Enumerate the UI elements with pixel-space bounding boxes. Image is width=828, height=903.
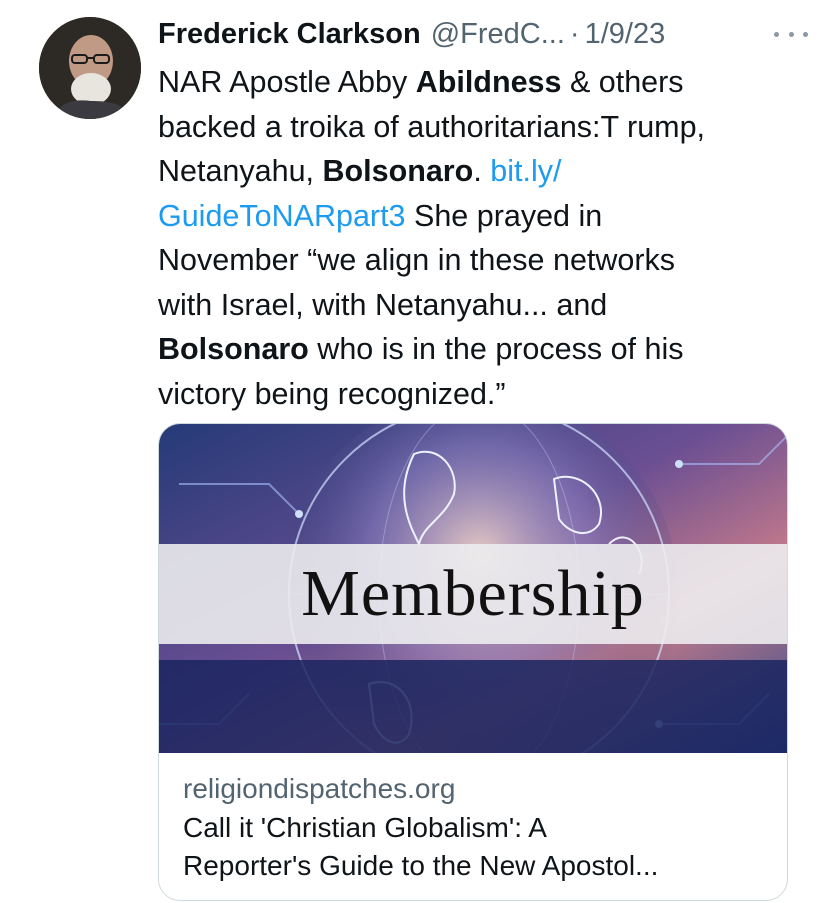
text-segment: . bbox=[473, 154, 491, 188]
tweet-link[interactable]: bit.ly/ bbox=[490, 154, 561, 188]
tweet-text-line: Bolsonaro who is in the process of his bbox=[158, 327, 798, 372]
card-title-line-1: Call it 'Christian Globalism': A bbox=[183, 812, 547, 843]
tweet-date[interactable]: 1/9/23 bbox=[585, 18, 666, 51]
text-segment: NAR Apostle Abby bbox=[158, 65, 416, 99]
author-avatar[interactable] bbox=[39, 17, 141, 119]
text-segment: who is in the process of his bbox=[308, 332, 684, 366]
text-segment: November “we align in these networks bbox=[158, 243, 676, 277]
more-options-icon[interactable] bbox=[774, 20, 808, 48]
tweet-text-line: Netanyahu, Bolsonaro. bit.ly/ bbox=[158, 149, 798, 194]
tweet-link[interactable]: GuideToNARpart3 bbox=[158, 199, 406, 233]
text-segment: backed a troika of authoritarians:T rump… bbox=[158, 109, 706, 144]
text-segment: victory being recognized.” bbox=[158, 376, 506, 411]
card-domain: religiondispatches.org bbox=[183, 773, 456, 804]
avatar-image bbox=[39, 17, 141, 119]
tweet-header: Frederick Clarkson @FredC... · 1/9/23 bbox=[158, 14, 808, 54]
tweet-text-line: backed a troika of authoritarians:T rump… bbox=[158, 105, 798, 150]
text-segment: She prayed in bbox=[405, 198, 603, 233]
bold-text: Abildness bbox=[415, 65, 562, 99]
separator-dot: · bbox=[569, 17, 580, 50]
tweet-text: NAR Apostle Abby Abildness & others backe… bbox=[158, 60, 798, 416]
tweet-text-line: with Israel, with Netanyahu... and bbox=[158, 283, 798, 328]
text-segment: with Israel, with Netanyahu... and bbox=[158, 287, 608, 322]
card-meta: religiondispatches.org Call it 'Christia… bbox=[183, 769, 773, 885]
author-handle[interactable]: @FredC... bbox=[431, 18, 565, 51]
card-title-line-2: Reporter's Guide to the New Apostol... bbox=[183, 850, 659, 881]
bold-text: Bolsonaro bbox=[158, 332, 309, 366]
card-image: Membership bbox=[159, 424, 787, 753]
tweet-text-line: victory being recognized.” bbox=[158, 372, 798, 417]
link-preview-card[interactable]: Membership religiondispatches.org Call i… bbox=[158, 423, 788, 901]
text-segment: Netanyahu, bbox=[158, 154, 323, 188]
author-name[interactable]: Frederick Clarkson bbox=[158, 18, 421, 51]
tweet-text-line: November “we align in these networks bbox=[158, 238, 798, 283]
image-heading: Membership bbox=[301, 557, 645, 630]
image-blue-band bbox=[159, 660, 787, 753]
tweet-text-line: GuideToNARpart3 She prayed in bbox=[158, 194, 798, 239]
text-segment: & others bbox=[561, 65, 684, 99]
tweet-text-line: NAR Apostle Abby Abildness & others bbox=[158, 60, 798, 105]
bold-text: Bolsonaro bbox=[322, 154, 474, 188]
